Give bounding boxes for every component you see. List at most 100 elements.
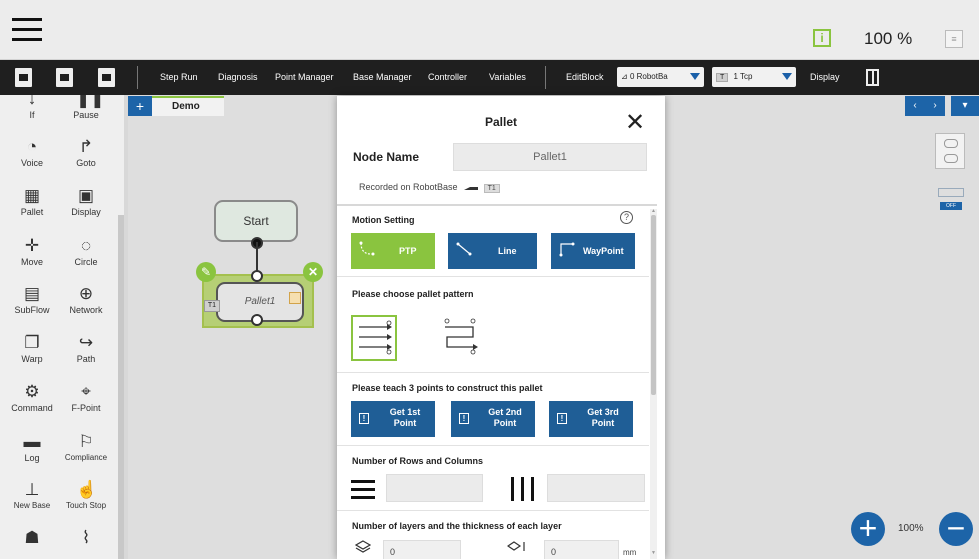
edit-block-button[interactable]: EditBlock	[566, 72, 604, 82]
scroll-up-icon[interactable]: ▲	[651, 208, 656, 214]
base-manager-button[interactable]: Base Manager	[353, 72, 412, 82]
help-icon[interactable]: ?	[620, 211, 633, 224]
command-icon: ⚙	[24, 382, 40, 401]
zoom-in-button[interactable]: +	[851, 512, 885, 546]
pattern-z-option[interactable]	[351, 315, 397, 361]
palette-item-label: Goto	[76, 158, 96, 168]
tcp-dropdown[interactable]: T 1 Tcp	[712, 67, 796, 87]
recorded-on-label: Recorded on RobotBase	[359, 182, 458, 192]
log-icon: ▬	[23, 432, 41, 451]
scroll-thumb[interactable]	[651, 215, 656, 395]
network-icon: ⊕	[78, 284, 94, 303]
panel-toggle-icon[interactable]: ≡	[945, 30, 963, 48]
base-dropdown[interactable]: ⊿ 0 RobotBa	[617, 67, 704, 87]
palette-item-label: If	[29, 110, 35, 120]
fpoint-icon: ⌖	[81, 382, 91, 401]
palette-item-display[interactable]: ▣ Display	[58, 186, 114, 217]
palette-item-path[interactable]: ↪ Path	[58, 333, 114, 364]
layer-count-field[interactable]: 0	[383, 540, 461, 559]
block-toggle-icon[interactable]: OFF	[938, 188, 964, 212]
open-file-icon[interactable]	[56, 68, 73, 87]
info-icon[interactable]: i	[813, 29, 831, 47]
controller-button[interactable]: Controller	[428, 72, 467, 82]
palette-item-warp[interactable]: ❐ Warp	[4, 333, 60, 364]
palette-item-subflow[interactable]: ▤ SubFlow	[4, 284, 60, 315]
zoom-out-button[interactable]: −	[939, 512, 973, 546]
pattern-snake-option[interactable]	[437, 315, 483, 361]
pallet-output-port[interactable]	[251, 314, 263, 326]
chevron-right-icon[interactable]: ›	[925, 96, 945, 116]
hamburger-menu-icon[interactable]	[12, 18, 42, 42]
palette-item-partial[interactable]: ☗	[4, 528, 60, 548]
waypoint-button[interactable]: WayPoint	[551, 233, 635, 269]
chevron-down-icon[interactable]: ▾	[951, 96, 979, 116]
diagnosis-button[interactable]: Diagnosis	[218, 72, 258, 82]
save-file-icon[interactable]	[98, 68, 115, 87]
palette-item-command[interactable]: ⚙ Command	[4, 382, 60, 413]
palette-item-pallet[interactable]: ▦ Pallet	[4, 186, 60, 217]
speed-percent[interactable]: 100 %	[864, 29, 912, 49]
new-file-icon[interactable]	[15, 68, 32, 87]
scroll-down-icon[interactable]: ▼	[651, 550, 656, 556]
line-icon	[456, 242, 472, 256]
node-tag: T1	[204, 300, 220, 312]
palette-item-circle[interactable]: ◌ Circle	[58, 236, 114, 267]
palette-item-label: Network	[69, 305, 103, 315]
delete-node-button[interactable]: ✕	[303, 262, 323, 282]
goto-icon: ↱	[78, 137, 94, 156]
node-name-field[interactable]	[453, 143, 647, 171]
get-1st-point-button[interactable]: ! Get 1st Point	[351, 401, 435, 437]
palette-item-move[interactable]: ✛ Move	[4, 236, 60, 267]
dialog-scrollbar[interactable]: ▲ ▼	[650, 208, 657, 559]
start-node[interactable]: Start	[214, 200, 298, 242]
circle-icon: ◌	[80, 236, 92, 255]
palette-item-log[interactable]: ▬ Log	[4, 432, 60, 463]
zoom-level: 100%	[898, 523, 924, 534]
step-run-button[interactable]: Step Run	[160, 72, 198, 82]
edit-node-button[interactable]: ✎	[196, 262, 216, 282]
ptp-button[interactable]: PTP	[351, 233, 435, 269]
close-icon[interactable]: ✕	[625, 108, 645, 137]
compliance-icon: ⚐	[78, 432, 94, 451]
get-2nd-point-button[interactable]: ! Get 2nd Point	[451, 401, 535, 437]
columns-field[interactable]	[547, 474, 645, 502]
robot-base-icon	[464, 181, 479, 190]
palette-item-pause[interactable]: ❚❚ Pause	[58, 95, 114, 120]
variables-button[interactable]: Variables	[489, 72, 526, 82]
get-point-label: Point	[493, 418, 517, 428]
palette-item-touch-stop[interactable]: ☝ Touch Stop	[58, 480, 114, 510]
chevron-left-icon[interactable]: ‹	[905, 96, 925, 116]
palette-item-voice[interactable]: ◔ Voice	[4, 137, 60, 168]
display-icon: ▣	[77, 186, 95, 205]
flow-layout-icon[interactable]	[935, 133, 965, 169]
pallet-input-port[interactable]	[251, 270, 263, 282]
warning-icon: !	[359, 413, 369, 424]
palette-item-fpoint[interactable]: ⌖ F-Point	[58, 382, 114, 413]
palette-item-partial[interactable]: ⌇	[58, 528, 114, 548]
tab-demo[interactable]: Demo	[152, 96, 224, 116]
toolbar-divider	[545, 66, 546, 89]
pallet-node-icon	[289, 292, 301, 304]
line-button[interactable]: Line	[448, 233, 537, 269]
palette-item-new-base[interactable]: ⊥ New Base	[4, 480, 60, 510]
toolbar-divider	[137, 66, 138, 89]
palette-item-if[interactable]: ↓ If	[4, 95, 60, 120]
palette-item-network[interactable]: ⊕ Network	[58, 284, 114, 315]
palette-item-label: Pallet	[20, 207, 44, 217]
palette-item-label: Voice	[20, 158, 44, 168]
display-layout-icon[interactable]	[866, 69, 879, 86]
palette-item-compliance[interactable]: ⚐ Compliance	[58, 432, 114, 462]
get-3rd-point-button[interactable]: ! Get 3rd Point	[549, 401, 633, 437]
rows-field[interactable]	[386, 474, 483, 502]
layers-title: Number of layers and the thickness of ea…	[352, 521, 562, 531]
chevron-down-icon	[782, 73, 792, 80]
thickness-field[interactable]: 0	[544, 540, 619, 559]
pattern-snake-icon	[444, 318, 478, 355]
display-button[interactable]: Display	[810, 72, 840, 82]
pallet-dialog: Pallet ✕ Node Name Recorded on RobotBase…	[337, 96, 665, 559]
point-manager-button[interactable]: Point Manager	[275, 72, 334, 82]
thickness-unit: mm	[623, 548, 637, 557]
palette-item-goto[interactable]: ↱ Goto	[58, 137, 114, 168]
palette-item-label: Log	[24, 453, 40, 463]
add-tab-button[interactable]: +	[128, 96, 152, 116]
